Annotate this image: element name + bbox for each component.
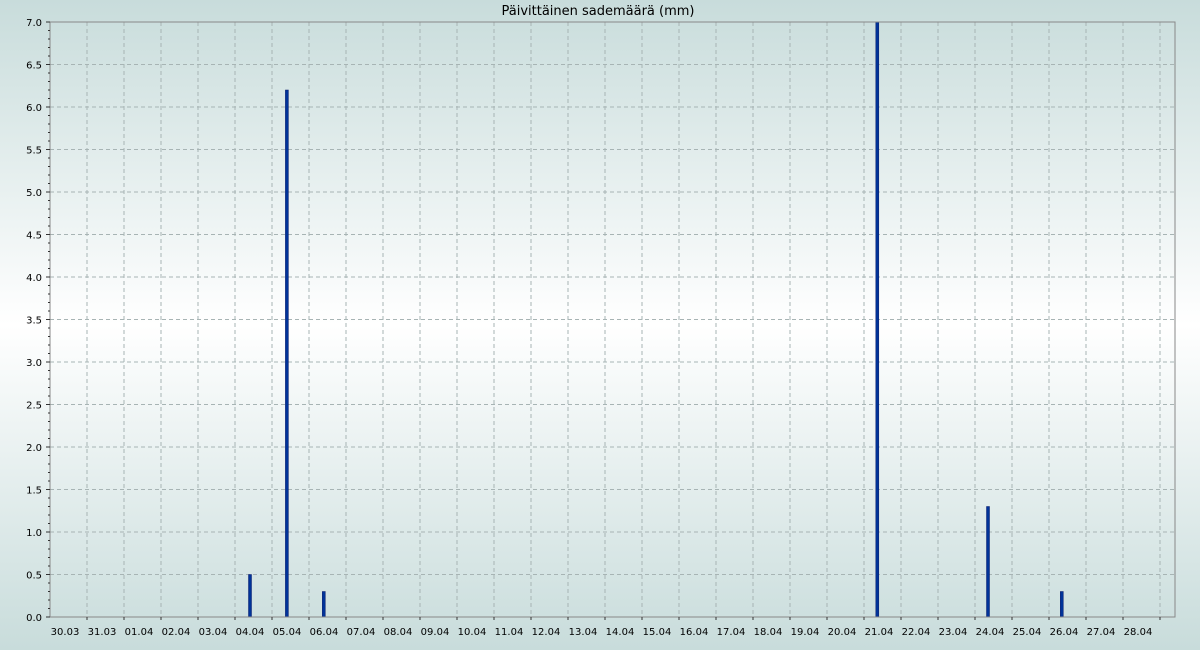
x-tick-label: 08.04	[384, 627, 413, 638]
x-tick-label: 19.04	[791, 627, 820, 638]
y-tick-label: 1.0	[26, 528, 42, 539]
bar-24.04	[986, 506, 990, 618]
bar-26.04	[1060, 591, 1064, 618]
x-tick-label: 01.04	[125, 627, 154, 638]
x-tick-label: 26.04	[1050, 627, 1079, 638]
x-tick-label: 07.04	[347, 627, 376, 638]
y-tick-label: 0.5	[26, 571, 42, 582]
x-tick-label: 18.04	[754, 627, 783, 638]
y-tick-label: 6.0	[26, 103, 42, 114]
bar-05.04	[285, 89, 289, 618]
grid-lines	[50, 22, 1175, 617]
y-tick-label: 5.0	[26, 188, 42, 199]
x-tick-label: 10.04	[458, 627, 487, 638]
x-tick-label: 25.04	[1013, 627, 1042, 638]
x-tick-label: 11.04	[495, 627, 524, 638]
x-tick-label: 06.04	[310, 627, 339, 638]
tick-labels: 0.0 0.5 1.0 1.5 2.0 2.5 3.0 3.5 4.0 4.5 5.0 5.5 6.0 6…	[26, 18, 1152, 638]
y-tick-label: 6.5	[26, 61, 42, 72]
x-tick-label: 24.04	[976, 627, 1005, 638]
x-tick-label: 13.04	[569, 627, 598, 638]
x-tick-label: 16.04	[680, 627, 709, 638]
x-tick-label: 27.04	[1087, 627, 1116, 638]
y-tick-label: 3.0	[26, 358, 42, 369]
x-tick-label: 03.04	[199, 627, 228, 638]
bar-04.04	[248, 574, 252, 618]
x-tick-label: 28.04	[1124, 627, 1153, 638]
x-tick-label: 04.04	[236, 627, 265, 638]
bar-06.04	[322, 591, 326, 618]
x-tick-label: 21.04	[865, 627, 894, 638]
x-tick-label: 22.04	[902, 627, 931, 638]
x-tick-label: 17.04	[717, 627, 746, 638]
y-tick-label: 2.5	[26, 401, 42, 412]
x-tick-label: 05.04	[273, 627, 302, 638]
x-tick-label: 02.04	[162, 627, 191, 638]
chart-title: Päivittäinen sademäärä (mm)	[501, 4, 694, 19]
precipitation-chart: 0.0 0.5 1.0 1.5 2.0 2.5 3.0 3.5 4.0 4.5 5.0 5.5 6.0 6…	[26, 4, 1176, 638]
y-tick-label: 3.5	[26, 316, 42, 327]
bar-21.04	[875, 21, 880, 618]
x-tick-label: 20.04	[828, 627, 857, 638]
y-tick-label: 2.0	[26, 443, 42, 454]
x-tick-label: 31.03	[88, 627, 117, 638]
chart-container: 0.0 0.5 1.0 1.5 2.0 2.5 3.0 3.5 4.0 4.5 5.0 5.5 6.0 6…	[0, 0, 1200, 650]
y-tick-label: 0.0	[26, 613, 42, 624]
x-tick-label: 09.04	[421, 627, 450, 638]
y-tick-label: 7.0	[26, 18, 42, 29]
y-tick-label: 1.5	[26, 486, 42, 497]
x-tick-label: 15.04	[643, 627, 672, 638]
x-tick-label: 23.04	[939, 627, 968, 638]
y-tick-label: 4.5	[26, 231, 42, 242]
y-tick-label: 5.5	[26, 146, 42, 157]
y-tick-label: 4.0	[26, 273, 42, 284]
x-tick-label: 30.03	[51, 627, 80, 638]
axes	[46, 21, 1176, 620]
x-tick-label: 14.04	[606, 627, 635, 638]
x-tick-label: 12.04	[532, 627, 561, 638]
